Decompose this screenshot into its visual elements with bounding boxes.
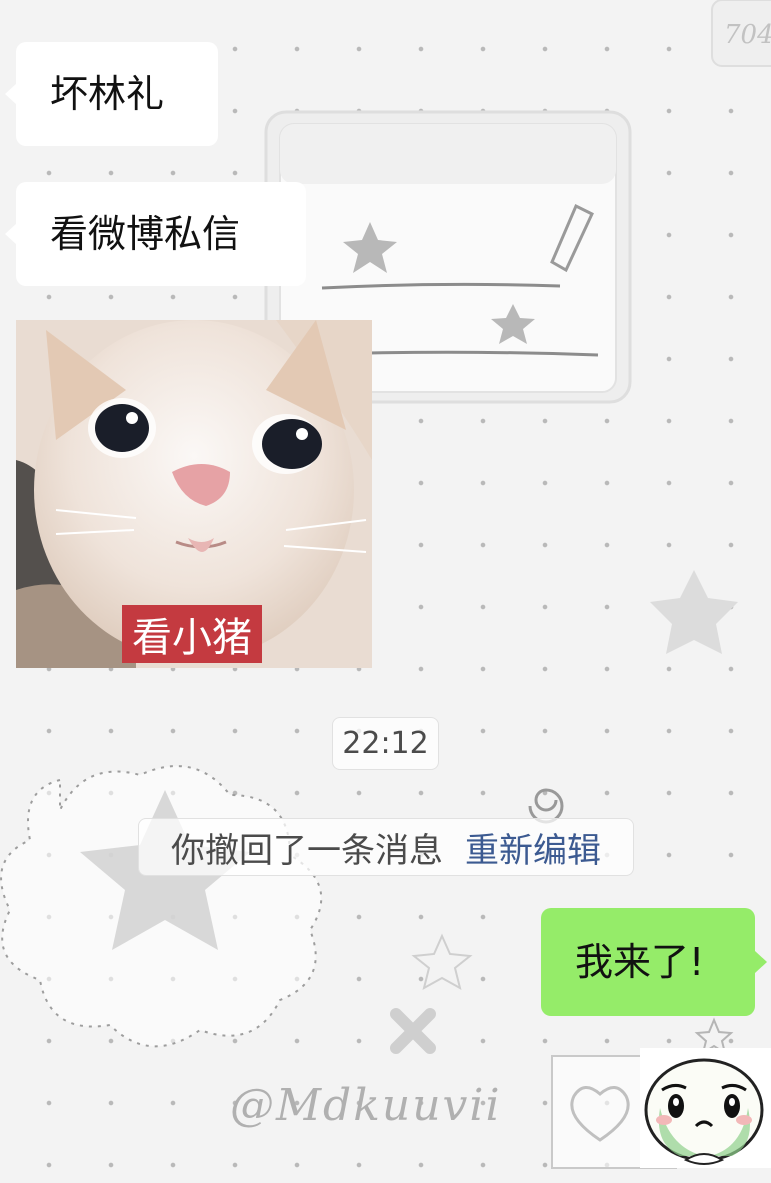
incoming-message[interactable]: 看微博私信 — [5, 182, 306, 286]
incoming-message[interactable]: 坏林礼 — [5, 42, 218, 146]
timestamp-text: 22:12 — [342, 726, 429, 761]
outgoing-sticker-message[interactable] — [640, 1048, 771, 1168]
outgoing-message[interactable]: 我来了! — [541, 908, 767, 1016]
timestamp: 22:12 — [332, 717, 439, 770]
watermark-top: 704 — [724, 20, 771, 50]
crying-face-sticker — [640, 1048, 771, 1168]
image-caption: 看小猪 — [122, 605, 262, 663]
recall-notice: 你撤回了一条消息 重新编辑 — [138, 818, 634, 876]
message-text: 看微博私信 — [50, 212, 241, 256]
message-text: 我来了! — [575, 940, 705, 984]
reedit-link[interactable]: 重新编辑 — [465, 823, 601, 872]
message-text: 坏林礼 — [50, 72, 165, 116]
recall-notice-text: 你撤回了一条消息 — [171, 830, 443, 871]
watermark-signature: @Mdkuuvii — [230, 1080, 502, 1131]
